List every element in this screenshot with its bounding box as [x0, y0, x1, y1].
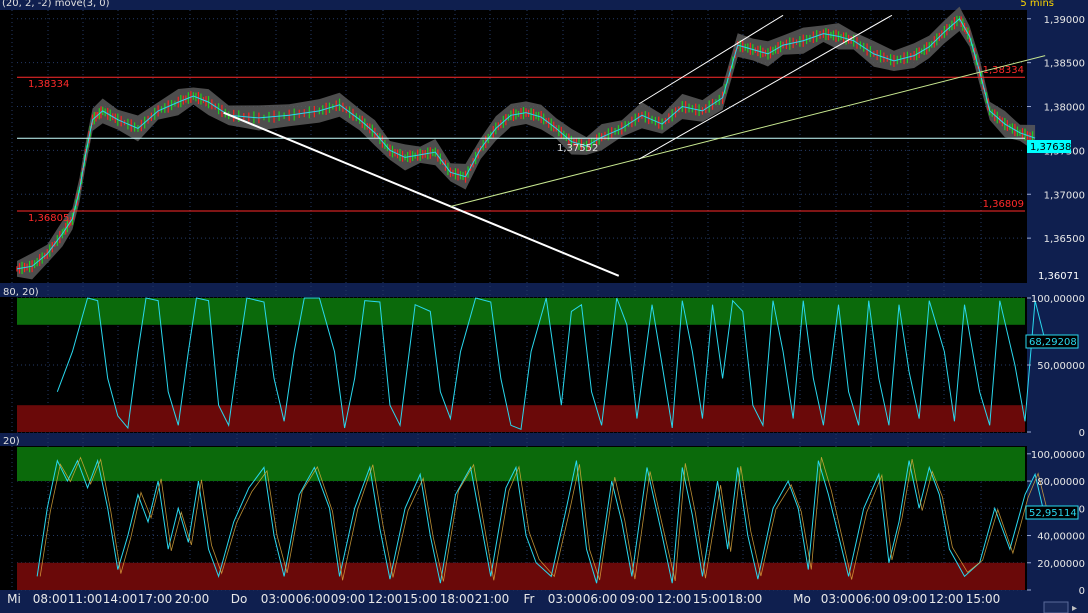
x-tick-label: 09:00	[620, 592, 655, 606]
y-tick-label: 1,37000	[1044, 190, 1085, 201]
y-tick-label: 100,00000	[1031, 294, 1085, 305]
y-tick-label: 20,00000	[1037, 559, 1085, 570]
x-tick-label: 12:00	[657, 592, 692, 606]
level-lower-left-label: 1,36805	[28, 213, 69, 224]
oscillator1-label: 80, 20)	[3, 287, 39, 298]
x-tick-label: Mi	[7, 592, 21, 606]
x-tick-label: 15:00	[403, 592, 438, 606]
channel-lower	[638, 14, 893, 160]
y-tick-label: 0	[1079, 428, 1085, 439]
price-bottom-label: 1,36071	[1038, 271, 1079, 282]
level-lower-label: 1,36809	[983, 199, 1024, 210]
x-tick-label: 06:00	[856, 592, 891, 606]
oscillator2-label: 20)	[3, 436, 20, 447]
x-tick-label: 20:00	[175, 592, 210, 606]
x-tick-label: Fr	[524, 592, 535, 606]
y-tick-label: 1,38500	[1044, 59, 1085, 70]
x-tick-label: 03:00	[821, 592, 856, 606]
x-tick-label: 21:00	[475, 592, 510, 606]
x-tick-label: 12:00	[368, 592, 403, 606]
x-tick-label: 06:00	[583, 592, 618, 606]
x-tick-label: Mo	[793, 592, 811, 606]
x-tick-label: 03:00	[548, 592, 583, 606]
y-tick-label: 80,00000	[1037, 477, 1085, 488]
y-tick-label: 50,00000	[1037, 361, 1085, 372]
level-upper-label: 1,38334	[983, 65, 1024, 76]
y-tick-label: 1,39000	[1044, 15, 1085, 26]
x-tick-label: 03:00	[261, 592, 296, 606]
separator-2	[0, 433, 1088, 446]
y-tick-label: 0	[1079, 586, 1085, 597]
x-tick-label: 18:00	[728, 592, 763, 606]
level-upper-left-label: 1,38334	[28, 79, 69, 90]
x-tick-label: Do	[231, 592, 248, 606]
x-tick-label: 09:00	[893, 592, 928, 606]
trading-chart[interactable]: 1,38334 1,38334 1,36809 1,36805 1,36500 1,37…	[0, 0, 1088, 613]
x-tick-label: 09:00	[331, 592, 366, 606]
x-tick-label: 14:00	[103, 592, 138, 606]
scroll-arrow-icon[interactable]: ▸	[1072, 603, 1077, 613]
timeframe-label: 5 mins	[1020, 0, 1054, 9]
x-tick-label: 12:00	[929, 592, 964, 606]
osc1-current-label: 68,29208	[1029, 337, 1077, 348]
separator-1	[0, 283, 1088, 297]
x-tick-label: 18:00	[440, 592, 475, 606]
oversold-zone	[17, 562, 1025, 590]
overbought-zone	[17, 298, 1025, 325]
x-tick-label: 06:00	[296, 592, 331, 606]
x-tick-label: 08:00	[33, 592, 68, 606]
y-tick-label: 1,38000	[1044, 103, 1085, 114]
overbought-zone	[17, 447, 1025, 482]
x-tick-label: 17:00	[138, 592, 173, 606]
y-tick-label: 100,00000	[1031, 450, 1085, 461]
osc2-current-label: 52,95114	[1029, 508, 1077, 519]
x-tick-label: 11:00	[68, 592, 103, 606]
y-tick-label: 1,36500	[1044, 234, 1085, 245]
header-strip	[0, 0, 1088, 10]
mid-annotation: 1,37552	[557, 143, 598, 154]
y-tick-label: 40,00000	[1037, 532, 1085, 543]
indicator-header-label: (20, 2, -2) move(3, 0)	[2, 0, 110, 9]
scroll-thumb[interactable]	[1043, 601, 1069, 613]
support-line	[450, 55, 1046, 208]
x-tick-label: 15:00	[966, 592, 1001, 606]
current-price-label: 1,37638	[1030, 142, 1071, 153]
x-tick-label: 15:00	[693, 592, 728, 606]
